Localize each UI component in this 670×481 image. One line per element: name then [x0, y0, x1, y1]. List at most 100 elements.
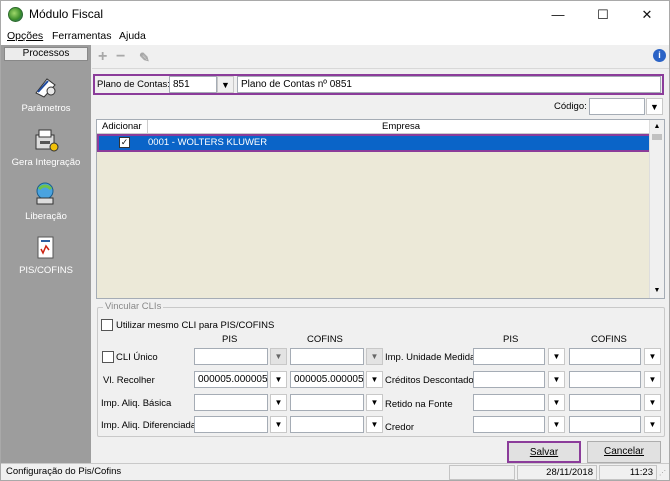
vl-recolher-pis-dropdown[interactable]: ▼ — [270, 371, 287, 388]
cli-unico-pis-field[interactable] — [194, 348, 268, 365]
creditos-descontados-pis-field[interactable] — [473, 371, 545, 388]
aliq-basica-pis-dropdown[interactable]: ▼ — [270, 394, 287, 411]
credor-cofins-dropdown[interactable]: ▼ — [644, 416, 661, 433]
status-bar: Configuração do Pis/Cofins 28/11/2018 11… — [1, 463, 669, 480]
cli-unico-label: CLI Único — [116, 352, 158, 363]
menu-ajuda[interactable]: Ajuda — [119, 30, 146, 42]
grid-scrollbar[interactable]: ▲ ▼ — [649, 120, 664, 298]
status-time: 11:23 — [599, 465, 657, 480]
maximize-button[interactable]: ☐ — [581, 1, 625, 28]
aliq-diferenciada-pis-dropdown[interactable]: ▼ — [270, 416, 287, 433]
app-globe-icon — [8, 7, 23, 22]
plano-code-field[interactable]: 851 — [169, 76, 217, 93]
unidade-medida-cofins-dropdown[interactable]: ▼ — [644, 348, 661, 365]
right-pis-header: PIS — [503, 334, 519, 345]
aliq-basica-cofins-dropdown[interactable]: ▼ — [366, 394, 383, 411]
group-title: Vincular CLIs — [103, 301, 164, 312]
same-cli-label: Utilizar mesmo CLI para PIS/COFINS — [116, 320, 275, 331]
status-message: Configuração do Pis/Cofins — [6, 466, 122, 477]
unidade-medida-cofins-field[interactable] — [569, 348, 641, 365]
cli-unico-cofins-dropdown[interactable]: ▼ — [366, 348, 383, 365]
retido-fonte-label: Retido na Fonte — [385, 399, 453, 410]
cancel-button[interactable]: Cancelar — [587, 441, 661, 463]
sidebar-item-gera-integracao[interactable]: Gera Integração — [1, 127, 91, 168]
minimize-button[interactable]: — — [536, 1, 580, 28]
vl-recolher-label: Vl. Recolher — [103, 375, 155, 386]
status-empty-panel — [449, 465, 515, 480]
vl-recolher-pis-field[interactable]: 000005.000005 — [194, 371, 268, 388]
main-window: Módulo Fiscal — ☐ ✕ Opções Ferramentas A… — [0, 0, 670, 481]
unidade-medida-pis-field[interactable] — [473, 348, 545, 365]
sidebar-item-pis-cofins[interactable]: PIS/COFINS — [1, 235, 91, 276]
aliq-basica-label: Imp. Aliq. Básica — [101, 398, 172, 409]
sidebar: Processos Parâmetros Gera Integração Lib… — [1, 45, 91, 463]
credor-pis-field[interactable] — [473, 416, 545, 433]
codigo-label: Código: — [554, 101, 587, 112]
retido-fonte-cofins-dropdown[interactable]: ▼ — [644, 394, 661, 411]
plano-label: Plano de Contas: — [97, 79, 170, 90]
creditos-descontados-label: Créditos Descontados — [385, 375, 479, 386]
resize-grip-icon[interactable]: ⋰ — [659, 469, 666, 477]
sidebar-item-parametros[interactable]: Parâmetros — [1, 73, 91, 114]
window-title: Módulo Fiscal — [29, 7, 104, 21]
col-empresa[interactable]: Empresa — [382, 121, 420, 132]
info-icon[interactable]: i — [653, 49, 666, 62]
left-cofins-header: COFINS — [307, 334, 343, 345]
unidade-medida-label: Imp. Unidade Medida — [385, 352, 476, 363]
plano-description-field: Plano de Contas nº 0851 — [237, 76, 661, 93]
sidebar-item-label: Gera Integração — [11, 157, 81, 168]
sidebar-item-liberacao[interactable]: Liberação — [1, 181, 91, 222]
creditos-descontados-cofins-field[interactable] — [569, 371, 641, 388]
status-date: 28/11/2018 — [517, 465, 597, 480]
scroll-up-icon[interactable]: ▲ — [650, 120, 664, 134]
pis-cofins-icon — [33, 235, 59, 261]
menu-opcoes[interactable]: Opções — [7, 30, 43, 42]
grid-header: Adicionar Empresa — [97, 120, 650, 134]
plano-dropdown-button[interactable]: ▼ — [217, 76, 234, 93]
close-button[interactable]: ✕ — [625, 1, 669, 28]
aliq-diferenciada-label: Imp. Aliq. Diferenciada — [101, 420, 197, 431]
aliq-diferenciada-pis-field[interactable] — [194, 416, 268, 433]
aliq-basica-pis-field[interactable] — [194, 394, 268, 411]
credor-cofins-field[interactable] — [569, 416, 641, 433]
parametros-icon — [33, 73, 59, 99]
sidebar-item-label: PIS/COFINS — [19, 265, 73, 276]
creditos-descontados-pis-dropdown[interactable]: ▼ — [548, 371, 565, 388]
row-highlight — [97, 134, 652, 152]
codigo-field[interactable] — [589, 98, 645, 115]
add-icon[interactable]: + — [98, 48, 107, 66]
menu-ferramentas[interactable]: Ferramentas — [52, 30, 112, 42]
cli-unico-pis-dropdown[interactable]: ▼ — [270, 348, 287, 365]
edit-icon[interactable]: ✎ — [139, 50, 150, 66]
aliq-diferenciada-cofins-field[interactable] — [290, 416, 364, 433]
aliq-diferenciada-cofins-dropdown[interactable]: ▼ — [366, 416, 383, 433]
scroll-thumb[interactable] — [652, 134, 662, 140]
credor-pis-dropdown[interactable]: ▼ — [548, 416, 565, 433]
cli-unico-cofins-field[interactable] — [290, 348, 364, 365]
left-pis-header: PIS — [222, 334, 238, 345]
title-bar: Módulo Fiscal — ☐ ✕ — [1, 1, 669, 28]
codigo-dropdown-button[interactable]: ▼ — [646, 98, 663, 115]
unidade-medida-pis-dropdown[interactable]: ▼ — [548, 348, 565, 365]
credor-label: Credor — [385, 422, 415, 433]
retido-fonte-pis-field[interactable] — [473, 394, 545, 411]
toolbar: + − ✎ — [92, 45, 669, 69]
vl-recolher-cofins-dropdown[interactable]: ▼ — [366, 371, 383, 388]
retido-fonte-pis-dropdown[interactable]: ▼ — [548, 394, 565, 411]
sidebar-header[interactable]: Processos — [4, 47, 88, 61]
aliq-basica-cofins-field[interactable] — [290, 394, 364, 411]
empresa-grid: Adicionar Empresa ✓ 0001 - WOLTERS KLUWE… — [96, 119, 665, 299]
col-adicionar[interactable]: Adicionar — [102, 121, 142, 132]
remove-icon[interactable]: − — [116, 48, 125, 66]
same-cli-checkbox[interactable] — [101, 319, 113, 331]
menu-bar: Opções Ferramentas Ajuda — [1, 28, 669, 45]
gera-integracao-icon — [33, 127, 59, 153]
right-cofins-header: COFINS — [591, 334, 627, 345]
save-button[interactable]: Salvar — [507, 441, 581, 463]
cli-unico-checkbox[interactable] — [102, 351, 114, 363]
vl-recolher-cofins-field[interactable]: 000005.000005 — [290, 371, 364, 388]
retido-fonte-cofins-field[interactable] — [569, 394, 641, 411]
scroll-down-icon[interactable]: ▼ — [650, 284, 664, 298]
sidebar-item-label: Parâmetros — [21, 103, 71, 114]
creditos-descontados-cofins-dropdown[interactable]: ▼ — [644, 371, 661, 388]
